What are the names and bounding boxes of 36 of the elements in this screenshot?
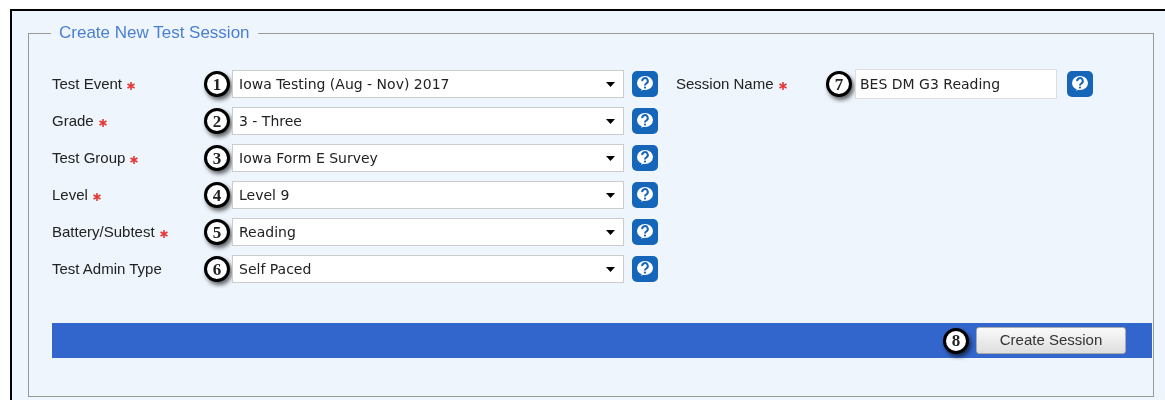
- field-label: Level: [52, 184, 88, 205]
- dropdown-select[interactable]: Iowa Form E Survey: [232, 144, 624, 172]
- dropdown-caret-icon: [606, 266, 615, 272]
- field-label: Test Event: [52, 73, 123, 94]
- dropdown-select[interactable]: Level 9: [232, 181, 624, 209]
- callout-number: 2: [204, 108, 230, 134]
- help-icon[interactable]: [632, 71, 658, 97]
- field-label: Session Name: [676, 73, 774, 94]
- callout-number: 5: [204, 219, 230, 245]
- field-label: Battery/Subtest: [52, 221, 155, 242]
- dropdown-caret-icon: [606, 155, 615, 161]
- dropdown-select[interactable]: Reading: [232, 218, 624, 246]
- field-label: Test Admin Type: [52, 258, 162, 279]
- dropdown-select[interactable]: Self Paced: [232, 255, 624, 283]
- help-icon[interactable]: [632, 182, 658, 208]
- create-session-button[interactable]: Create Session: [976, 327, 1126, 354]
- dropdown-caret-icon: [606, 81, 615, 87]
- callout-number: 4: [204, 182, 230, 208]
- help-icon[interactable]: [632, 108, 658, 134]
- field-label: Grade: [52, 110, 94, 131]
- help-icon[interactable]: [632, 219, 658, 245]
- help-icon[interactable]: [1067, 71, 1093, 97]
- dropdown-caret-icon: [606, 118, 615, 124]
- session-name-input[interactable]: BES DM G3 Reading: [855, 69, 1057, 99]
- dropdown-select[interactable]: 3 - Three: [232, 107, 624, 135]
- dropdown-select[interactable]: Iowa Testing (Aug - Nov) 2017: [232, 70, 624, 98]
- field-label: Test Group: [52, 147, 126, 168]
- help-icon[interactable]: [632, 256, 658, 282]
- callout-number: 6: [204, 256, 230, 282]
- callout-number: 3: [204, 145, 230, 171]
- dropdown-caret-icon: [606, 229, 615, 235]
- callout-number: 8: [943, 327, 969, 354]
- help-icon[interactable]: [632, 145, 658, 171]
- callout-number: 7: [826, 71, 852, 97]
- dropdown-caret-icon: [606, 192, 615, 198]
- callout-number: 1: [204, 71, 230, 97]
